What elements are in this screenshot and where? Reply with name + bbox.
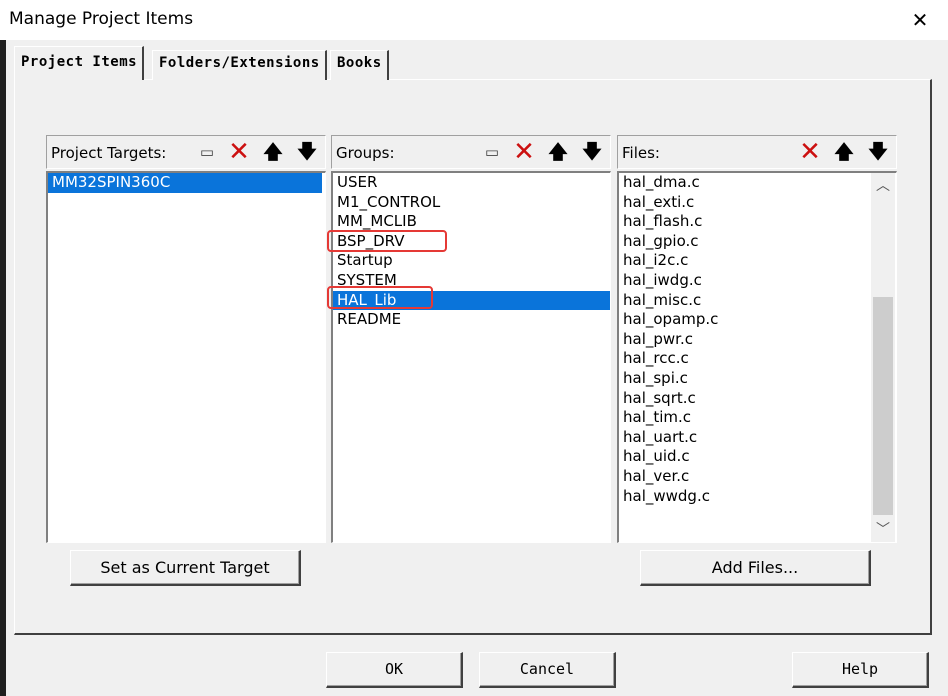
move-up-target-icon[interactable]: 🡅 (259, 139, 287, 165)
files-list-items: hal_dma.c hal_exti.c hal_flash.c hal_gpi… (619, 173, 896, 506)
project-targets-list[interactable]: MM32SPIN360C (46, 171, 326, 543)
list-item-file[interactable]: hal_tim.c (619, 408, 896, 428)
list-item-file[interactable]: hal_dma.c (619, 173, 896, 193)
highlight-box-bsp-drv (327, 230, 447, 252)
list-item-group[interactable]: USER (333, 173, 610, 193)
list-item-file[interactable]: hal_uid.c (619, 447, 896, 467)
delete-file-icon[interactable]: ✕ (796, 139, 824, 165)
project-targets-label: Project Targets: (51, 144, 167, 162)
move-up-group-icon[interactable]: 🡅 (544, 139, 572, 165)
highlight-box-hal-lib (327, 286, 433, 309)
help-button[interactable]: Help (792, 652, 929, 688)
scrollbar-thumb[interactable] (873, 297, 893, 515)
list-item-file[interactable]: hal_wwdg.c (619, 487, 896, 507)
title-bar: Manage Project Items ✕ (0, 0, 948, 40)
move-down-file-icon[interactable]: 🡇 (864, 139, 892, 165)
new-target-icon[interactable]: ▭ (193, 139, 221, 165)
list-item-file[interactable]: hal_rcc.c (619, 349, 896, 369)
list-item-group[interactable]: Startup (333, 251, 610, 271)
list-item-file[interactable]: hal_opamp.c (619, 310, 896, 330)
window-title: Manage Project Items (9, 9, 194, 29)
list-item-file[interactable]: hal_i2c.c (619, 251, 896, 271)
groups-panel: Groups: ▭ ✕ 🡅 🡇 USER M1_CONTROL MM_MCLIB… (331, 135, 611, 543)
list-item-file[interactable]: hal_uart.c (619, 428, 896, 448)
list-item-group[interactable]: M1_CONTROL (333, 193, 610, 213)
cancel-button[interactable]: Cancel (479, 652, 616, 688)
list-item-file[interactable]: hal_misc.c (619, 291, 896, 311)
list-item-target[interactable]: MM32SPIN360C (48, 173, 322, 193)
set-current-target-button[interactable]: Set as Current Target (70, 550, 301, 586)
move-down-group-icon[interactable]: 🡇 (578, 139, 606, 165)
list-item-file[interactable]: hal_iwdg.c (619, 271, 896, 291)
delete-group-icon[interactable]: ✕ (510, 139, 538, 165)
tab-project-items[interactable]: Project Items (14, 46, 145, 80)
list-item-file[interactable]: hal_gpio.c (619, 232, 896, 252)
groups-list[interactable]: USER M1_CONTROL MM_MCLIB BSP_DRV Startup… (331, 171, 611, 543)
list-item-file[interactable]: hal_pwr.c (619, 330, 896, 350)
move-down-target-icon[interactable]: 🡇 (293, 139, 321, 165)
list-item-file[interactable]: hal_sqrt.c (619, 389, 896, 409)
list-item-file[interactable]: hal_spi.c (619, 369, 896, 389)
groups-label: Groups: (336, 144, 395, 162)
add-files-button[interactable]: Add Files... (640, 550, 871, 586)
files-label: Files: (622, 144, 660, 162)
tab-books[interactable]: Books (330, 50, 389, 80)
files-panel: Files: ✕ 🡅 🡇 hal_dma.c hal_exti.c hal_fl… (617, 135, 897, 543)
background-window-edge (0, 40, 6, 696)
files-header: Files: ✕ 🡅 🡇 (617, 135, 897, 169)
files-list[interactable]: hal_dma.c hal_exti.c hal_flash.c hal_gpi… (617, 171, 897, 543)
close-icon[interactable]: ✕ (906, 6, 934, 34)
tab-folders-extensions[interactable]: Folders/Extensions (152, 50, 327, 80)
files-scrollbar[interactable]: ︿ ﹀ (871, 173, 895, 542)
project-targets-panel: Project Targets: ▭ ✕ 🡅 🡇 MM32SPIN360C (46, 135, 326, 543)
ok-button[interactable]: OK (326, 652, 463, 688)
list-item-group[interactable]: README (333, 310, 610, 330)
chevron-down-icon[interactable]: ﹀ (871, 518, 895, 542)
list-item-group[interactable]: MM_MCLIB (333, 212, 610, 232)
delete-target-icon[interactable]: ✕ (225, 139, 253, 165)
chevron-up-icon[interactable]: ︿ (871, 173, 895, 197)
new-group-icon[interactable]: ▭ (478, 139, 506, 165)
project-targets-header: Project Targets: ▭ ✕ 🡅 🡇 (46, 135, 326, 169)
list-item-file[interactable]: hal_ver.c (619, 467, 896, 487)
move-up-file-icon[interactable]: 🡅 (830, 139, 858, 165)
list-item-file[interactable]: hal_flash.c (619, 212, 896, 232)
list-item-file[interactable]: hal_exti.c (619, 193, 896, 213)
groups-header: Groups: ▭ ✕ 🡅 🡇 (331, 135, 611, 169)
